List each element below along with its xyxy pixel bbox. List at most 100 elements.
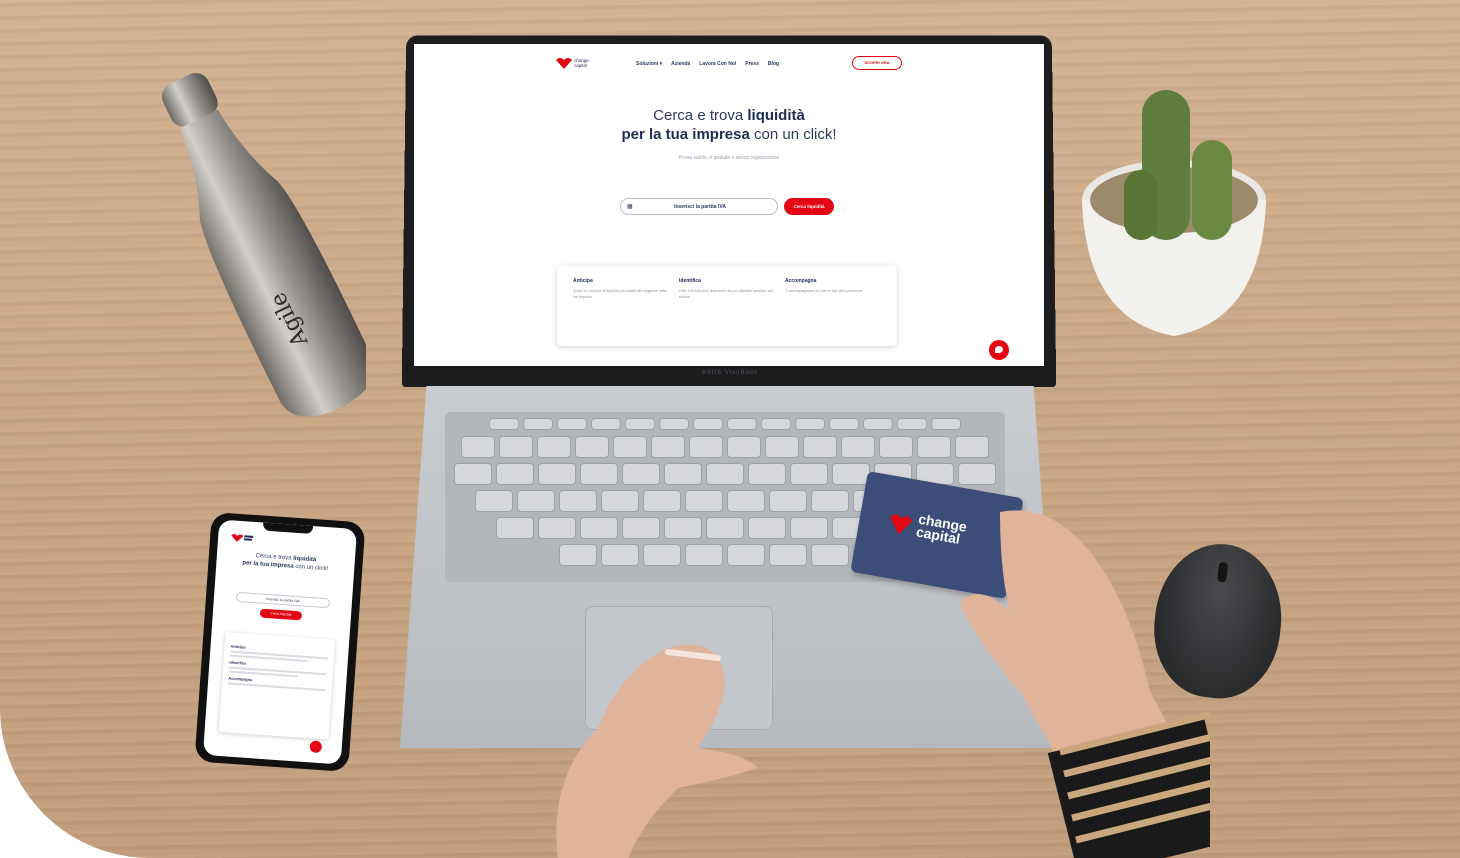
keyboard-key [659,418,689,430]
hero-line2-bold: per la tua impresa [621,126,750,143]
feature-anticipa: Anticipa Scopri le soluzioni di liquidit… [573,278,668,300]
feature-title: Accompagna [785,278,817,284]
search-placeholder: Inserisci la partita IVA [674,204,726,210]
features-card: Anticipa Scopri le soluzioni di liquidit… [557,266,897,346]
keyboard-key [727,544,765,566]
keyboard-key [727,418,757,430]
photo-scene: Agile change capital Soluzioni ▾ Azienda [0,0,1460,858]
keyboard-key [748,463,786,485]
keyboard-key [622,517,660,539]
keyboard-key [685,490,723,512]
keyboard-key [727,436,761,458]
nav-cta-button[interactable]: SCOPRI ORA [852,56,902,70]
keyboard-key [958,463,996,485]
keyboard-key [706,463,744,485]
feature-identifica: Identifica Oltre 100 soluzioni finanziar… [679,278,774,300]
phone-search-button[interactable]: Cerca liquidità [259,608,303,621]
nav-item-soluzioni[interactable]: Soluzioni ▾ [636,61,662,67]
keyboard-key [693,418,723,430]
hero-subtitle: Prova subito, è gratuito e senza registr… [678,155,780,161]
hero-line2-normal: con un click! [749,126,837,143]
phone-hero-title: Cerca e trova liquidità per la tua impre… [216,549,355,575]
nav-menu: Soluzioni ▾ Azienda Lavora Con Noi Press… [636,61,779,67]
keyboard-key [689,436,723,458]
keyboard-key [489,418,519,430]
keyboard-key [790,517,828,539]
keyboard-key [769,490,807,512]
keyboard-key [601,544,639,566]
search-button[interactable]: Cerca liquidità [784,198,834,215]
nav-item-azienda[interactable]: Azienda [671,61,690,67]
keyboard-key [790,463,828,485]
phone-hero-line1-bold: liquidità [292,555,317,564]
laptop-brand: ASUS VivoBook [701,370,759,376]
phone-hero-line1: Cerca e trova [255,553,294,562]
keyboard-key [454,463,492,485]
keyboard-key [538,517,576,539]
keyboard-key [613,436,647,458]
keyboard-key [761,418,791,430]
keyboard-key [651,436,685,458]
keyboard-key [643,544,681,566]
keyboard-key [897,418,927,430]
left-hand [528,628,763,858]
keyboard-key [625,418,655,430]
keyboard-key [591,418,621,430]
feature-text: Ti accompagniamo in tutte le fasi dell'o… [785,289,864,293]
keyboard-key [461,436,495,458]
nav-item-blog[interactable]: Blog [768,61,779,67]
hero-title: Cerca e trova liquidità per la tua impre… [414,106,1044,144]
keyboard-key [496,517,534,539]
keyboard-key [879,436,913,458]
keyboard-key [811,490,849,512]
keyboard-key [955,436,989,458]
keyboard-key [748,517,786,539]
keyboard-key [832,463,870,485]
keyboard-key [557,418,587,430]
change-capital-heart-icon [890,514,912,535]
right-hand [940,492,1237,858]
keyboard-key [622,463,660,485]
keyboard-key [685,544,723,566]
cactus-plant [1072,50,1277,340]
water-bottle: Agile [160,64,375,436]
keyboard-key [664,517,702,539]
keyboard-key [537,436,571,458]
keyboard-key [811,544,849,566]
keyboard-key [931,418,961,430]
feature-title: Anticipa [573,278,593,284]
keyboard-key [829,418,859,430]
keyboard-key [517,490,555,512]
keyboard-key [475,490,513,512]
phone-chat-icon[interactable] [309,740,323,754]
nav-item-lavora[interactable]: Lavora Con Noi [699,61,736,67]
phone-screen: Cerca e trova liquidità per la tua impre… [202,519,358,765]
keyboard-key [601,490,639,512]
keyboard-key [706,517,744,539]
keyboard-key [765,436,799,458]
site-navbar: change capital Soluzioni ▾ Azienda Lavor… [414,44,1044,84]
keyboard-key [795,418,825,430]
phone-notch [262,522,314,535]
phone-features-card: Anticipa Identifica Accompagna [218,632,336,740]
nav-item-press[interactable]: Press [745,61,759,67]
keyboard-key [580,463,618,485]
phone-search-input[interactable]: Inserisci la partita IVA [235,591,331,609]
laptop-screen: change capital Soluzioni ▾ Azienda Lavor… [414,44,1044,366]
keyboard-key [496,463,534,485]
change-capital-logo-icon[interactable]: change capital [554,56,594,70]
feature-accompagna: Accompagna Ti accompagniamo in tutte le … [785,278,880,294]
keyboard-key [664,463,702,485]
feature-text: Oltre 100 soluzioni finanziarie dai più … [679,289,773,299]
chat-icon[interactable] [989,340,1009,360]
keyboard-key [841,436,875,458]
keyboard-key [917,436,951,458]
mouse-wheel [1217,561,1229,583]
change-capital-logo-icon [231,534,254,542]
keyboard-key [769,544,807,566]
vat-search-input[interactable]: ▦ Inserisci la partita IVA [620,198,778,215]
keyboard-key [575,436,609,458]
keyboard-key [580,517,618,539]
keyboard-key [499,436,533,458]
svg-text:capital: capital [574,63,587,68]
